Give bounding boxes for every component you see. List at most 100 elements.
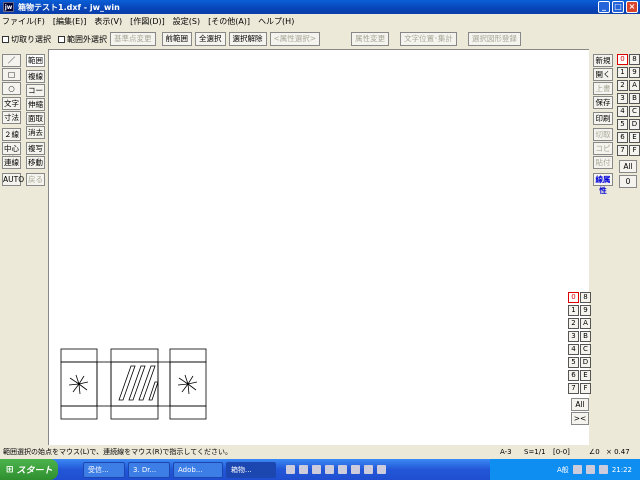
layer-group-5[interactable]: 5 [617, 119, 628, 130]
menu-view[interactable]: 表示(V) [94, 16, 122, 27]
layer-group-b[interactable]: B [629, 93, 640, 104]
layer-3[interactable]: 3 [568, 331, 579, 342]
undo-button[interactable]: 戻る [26, 173, 45, 186]
menu-draw[interactable]: [作図(D)] [130, 16, 165, 27]
layer-c[interactable]: C [580, 344, 591, 355]
layer-6[interactable]: 6 [568, 370, 579, 381]
tray-icon[interactable] [598, 465, 608, 474]
layer-group-2[interactable]: 2 [617, 80, 628, 91]
stretch-tool[interactable]: 伸縮 [26, 98, 45, 111]
offset-tool[interactable]: 複線 [26, 70, 45, 83]
polyline-tool[interactable]: 連線 [2, 156, 21, 169]
layer-group-3[interactable]: 3 [617, 93, 628, 104]
zoom-value[interactable]: × 0.47 [606, 448, 630, 456]
menu-file[interactable]: ファイル(F) [2, 16, 45, 27]
deselect-button[interactable]: 選択解除 [228, 32, 267, 46]
quicklaunch-icon[interactable] [338, 465, 347, 474]
cut-button[interactable]: 切取 [593, 128, 613, 141]
quicklaunch-icon[interactable] [377, 465, 386, 474]
layer-group-6[interactable]: 6 [617, 132, 628, 143]
print-button[interactable]: 印刷 [593, 112, 613, 125]
circle-tool[interactable]: ○ [2, 82, 21, 95]
layer-group-0[interactable]: 0 [617, 54, 628, 65]
text-position-button[interactable]: 文字位置･集計 [400, 32, 457, 46]
center-line-tool[interactable]: 中心線 [2, 142, 21, 164]
layer-8[interactable]: 8 [580, 292, 591, 303]
attribute-select-button[interactable]: <属性選択> [269, 32, 321, 46]
paper-size[interactable]: A-3 [500, 448, 512, 456]
layer-1[interactable]: 1 [568, 305, 579, 316]
task-mail[interactable]: 受信... [83, 461, 125, 478]
dimension-tool[interactable]: 寸法 [2, 111, 21, 124]
minimize-button[interactable]: _ [598, 1, 610, 13]
layer-e[interactable]: E [580, 370, 591, 381]
cut-select-checkbox[interactable]: 切取り選択 [2, 34, 51, 45]
paste-button[interactable]: 貼付 [593, 156, 613, 169]
layer-a[interactable]: A [580, 318, 591, 329]
layer-group-d[interactable]: D [629, 119, 640, 130]
layer-4[interactable]: 4 [568, 344, 579, 355]
double-line-tool[interactable]: ２線 [2, 128, 21, 141]
change-base-point-button[interactable]: 基準点変更 [110, 32, 156, 46]
angle-value[interactable]: ∠0 [589, 448, 600, 456]
layer-2[interactable]: 2 [568, 318, 579, 329]
task-drawing[interactable]: 3. Dr... [128, 461, 170, 478]
layer-group-4[interactable]: 4 [617, 106, 628, 117]
drawing-scale[interactable]: S=1/1 [524, 448, 546, 456]
layer-group-9[interactable]: 9 [629, 67, 640, 78]
layer-0[interactable]: 0 [568, 292, 579, 303]
menu-help[interactable]: ヘルプ(H) [258, 16, 294, 27]
line-attribute-button[interactable]: 線属性 [593, 173, 613, 195]
quicklaunch-icon[interactable] [286, 465, 295, 474]
save-button[interactable]: 保存 [593, 96, 613, 109]
layer-7[interactable]: 7 [568, 383, 579, 394]
corner-tool[interactable]: コーナー [26, 84, 45, 106]
range-tool[interactable]: 範囲 [26, 54, 45, 67]
rectangle-tool[interactable]: □ [2, 68, 21, 81]
maximize-button[interactable]: □ [612, 1, 624, 13]
menu-other[interactable]: [その他(A)] [208, 16, 250, 27]
register-figure-button[interactable]: 選択図形登録 [467, 32, 521, 46]
erase-tool[interactable]: 消去 [26, 126, 45, 139]
layer-f[interactable]: F [580, 383, 591, 394]
start-button[interactable]: ⊞ スタート [0, 459, 58, 480]
tray-icon[interactable] [585, 465, 595, 474]
quicklaunch-icon[interactable] [364, 465, 373, 474]
quicklaunch-icon[interactable] [351, 465, 360, 474]
quicklaunch-icon[interactable] [299, 465, 308, 474]
layer-5[interactable]: 5 [568, 357, 579, 368]
layer-all-button[interactable]: All [571, 398, 589, 411]
line-tool[interactable]: ／ [2, 54, 21, 67]
select-all-button[interactable]: 全選択 [195, 32, 226, 46]
menu-edit[interactable]: [編集(E)] [53, 16, 87, 27]
layer-group-7[interactable]: 7 [617, 145, 628, 156]
new-button[interactable]: 新規 [593, 54, 613, 67]
layer-toggle-button[interactable]: >< [571, 412, 589, 425]
layer-group-a[interactable]: A [629, 80, 640, 91]
previous-range-button[interactable]: 前範囲 [161, 32, 192, 46]
overwrite-button[interactable]: 上書 [593, 82, 613, 95]
menu-settings[interactable]: 設定(S) [173, 16, 200, 27]
chamfer-tool[interactable]: 面取 [26, 112, 45, 125]
outside-select-checkbox[interactable]: 範囲外選択 [58, 34, 107, 45]
current-layer[interactable]: [0-0] [553, 448, 570, 456]
copy-tool[interactable]: 複写 [26, 142, 45, 155]
layer-d[interactable]: D [580, 357, 591, 368]
text-tool[interactable]: 文字 [2, 97, 21, 110]
tray-icon[interactable] [572, 465, 582, 474]
layer-b[interactable]: B [580, 331, 591, 342]
layer-group-f[interactable]: F [629, 145, 640, 156]
layer-9[interactable]: 9 [580, 305, 591, 316]
layer-group-all-button[interactable]: All [619, 160, 637, 173]
layer-group-1[interactable]: 1 [617, 67, 628, 78]
layer-group-current[interactable]: 0 [619, 175, 637, 188]
quicklaunch-icon[interactable] [325, 465, 334, 474]
task-adobe[interactable]: Adob... [173, 461, 223, 478]
quicklaunch-icon[interactable] [312, 465, 321, 474]
move-tool[interactable]: 移動 [26, 156, 45, 169]
close-button[interactable]: × [626, 1, 638, 13]
layer-group-e[interactable]: E [629, 132, 640, 143]
task-jwwin[interactable]: 箱物... [226, 461, 276, 478]
ime-indicator[interactable]: A般 [557, 465, 569, 475]
open-button[interactable]: 開く [593, 68, 613, 81]
